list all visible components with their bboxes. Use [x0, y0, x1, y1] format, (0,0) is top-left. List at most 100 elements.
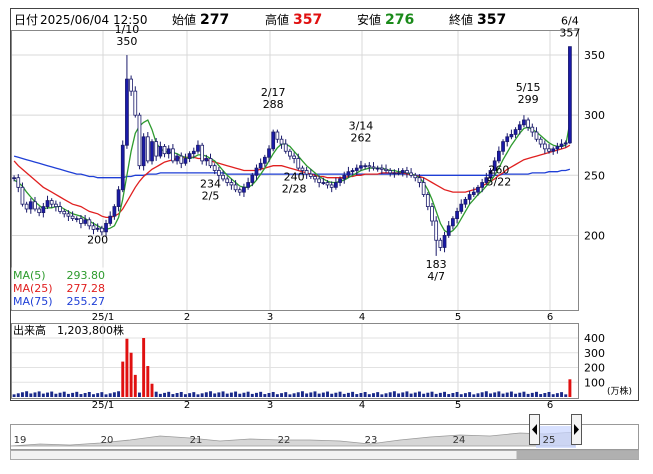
volume-bar: [501, 393, 505, 397]
candle-body: [476, 186, 480, 193]
volume-bar: [372, 393, 375, 397]
price-y-tick-label: 300: [584, 109, 605, 122]
candle-body: [145, 136, 150, 162]
volume-bar: [547, 391, 551, 397]
volume-bar: [50, 391, 54, 397]
annotation-value: 350: [116, 35, 137, 48]
candle-body: [350, 170, 355, 173]
candle-body: [187, 153, 192, 159]
candle-body: [375, 167, 380, 170]
volume-bar: [179, 391, 183, 397]
ma5-label: MA(5): [13, 269, 46, 282]
volume-bar: [397, 393, 401, 397]
volume-bar: [87, 391, 91, 397]
candle-body: [509, 134, 514, 138]
volume-bar: [338, 391, 342, 397]
volume-bar: [292, 393, 296, 397]
volume-y-tick-label: 400: [584, 332, 605, 345]
volume-bar: [522, 391, 526, 397]
volume-bar: [246, 391, 250, 397]
candle-body: [342, 174, 347, 180]
volume-bar: [472, 394, 476, 397]
candle-body: [334, 182, 338, 188]
volume-bar: [480, 392, 484, 397]
candle-body: [501, 141, 505, 152]
navigator-left-handle[interactable]: [529, 414, 540, 445]
candle-body: [534, 131, 539, 140]
candle-body: [91, 225, 96, 230]
volume-bar: [150, 383, 154, 397]
navigator-year-label: 21: [190, 435, 203, 446]
volume-bar: [530, 392, 534, 397]
annotation-value: 262: [350, 132, 371, 145]
volume-bar: [250, 393, 254, 397]
candle-body: [95, 227, 100, 230]
candle-body: [463, 198, 468, 205]
candle-body: [200, 144, 205, 162]
volume-bar: [388, 392, 392, 397]
volume-y-tick-label: 200: [584, 362, 605, 375]
volume-bar: [384, 393, 388, 397]
candle-body: [467, 194, 472, 200]
candle-body: [254, 167, 259, 176]
annotation-value: 357: [559, 27, 580, 40]
price-x-tick-label: 25/1: [92, 312, 114, 323]
candle-body: [409, 172, 413, 176]
volume-bar: [438, 392, 442, 397]
price-x-tick-label: 3: [267, 312, 273, 323]
price-x-tick-label: 2: [184, 312, 190, 323]
navigator-right-handle[interactable]: [571, 414, 582, 445]
volume-bar: [167, 391, 171, 397]
volume-bar: [463, 393, 467, 397]
date-label: 日付: [14, 13, 38, 27]
volume-bar: [196, 394, 200, 397]
volume-bar: [83, 393, 87, 397]
price-x-tick-label: 5: [455, 312, 461, 323]
ma25-label: MA(25): [13, 282, 53, 295]
volume-bar: [326, 391, 329, 397]
volume-bar: [66, 393, 70, 397]
volume-unit: (万株): [607, 385, 632, 397]
volume-bar: [551, 394, 555, 397]
annotation-value: 234: [200, 178, 221, 191]
volume-bar: [267, 393, 271, 397]
candle-body: [555, 146, 560, 150]
candle-body: [308, 173, 313, 177]
volume-bar: [300, 391, 304, 397]
volume-label: 出来高: [13, 323, 46, 337]
volume-bar: [376, 392, 380, 397]
volume-bar: [539, 394, 543, 397]
volume-bar: [284, 392, 288, 397]
volume-bar: [133, 374, 137, 397]
candle-body: [54, 203, 58, 207]
volume-bar: [104, 394, 108, 397]
candle-body: [367, 165, 372, 168]
candle-body: [442, 235, 447, 248]
price-x-tick-label: 6: [547, 312, 553, 323]
volume-bar: [560, 392, 564, 397]
candle-body: [313, 176, 317, 180]
volume-bar: [380, 394, 384, 397]
volume-bar: [255, 392, 258, 397]
scrollbar-thumb[interactable]: [516, 451, 639, 459]
candle-body: [179, 155, 184, 164]
candle-body: [379, 167, 384, 170]
volume-bar: [568, 379, 572, 397]
volume-bar: [351, 391, 355, 397]
candle-body: [191, 150, 196, 155]
volume-y-tick-label: 100: [584, 376, 605, 389]
range-navigator[interactable]: 19 20 21 22 23 24 25: [10, 414, 639, 460]
volume-bar: [518, 392, 522, 397]
volume-bar: [451, 393, 455, 397]
candle-body: [28, 201, 33, 210]
volume-bar: [62, 391, 66, 397]
annotation-value: 200: [87, 233, 108, 246]
candle-body: [70, 215, 75, 220]
volume-bar: [75, 391, 79, 397]
candle-body: [79, 218, 83, 224]
candle-body: [542, 143, 547, 150]
candle-body: [154, 141, 159, 157]
volume-bar: [242, 392, 246, 397]
candle-body: [41, 206, 46, 213]
volume-bar: [142, 338, 146, 397]
